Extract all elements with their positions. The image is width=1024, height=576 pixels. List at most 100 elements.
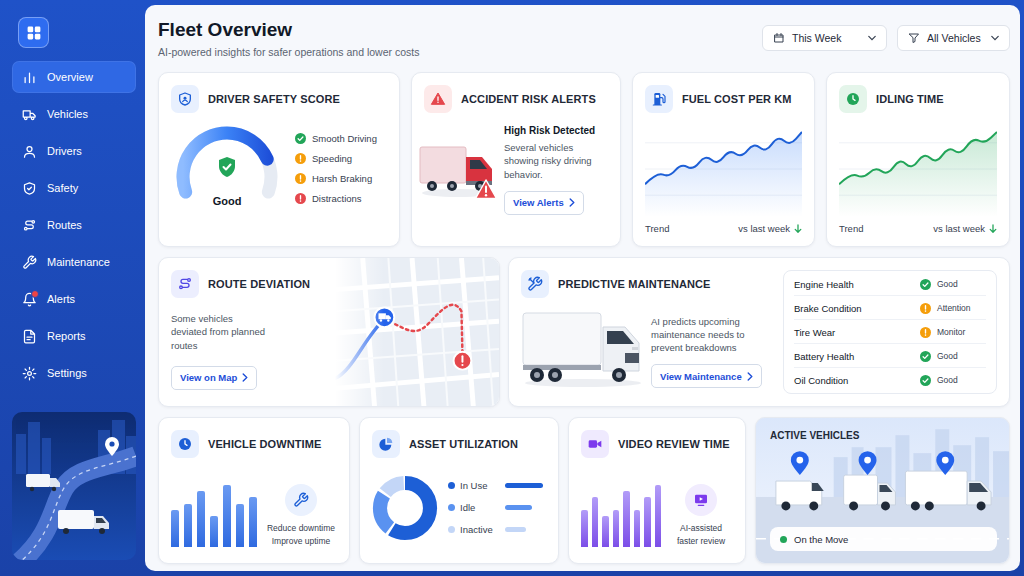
safety-legend: Smooth DrivingSpeedingHarsh BrakingDistr… (295, 121, 377, 234)
safety-score-card[interactable]: DRIVER SAFETY SCOREGoodSmooth DrivingSpe… (158, 72, 400, 247)
view-maintenance-button[interactable]: View Maintenance (651, 364, 762, 388)
monitor-play-icon (693, 492, 709, 508)
sidebar: Overview Vehicles Drivers Safety Routes Maint… (0, 0, 145, 576)
chart-bar (623, 491, 630, 547)
card-header: FUEL COST PER KM (645, 85, 802, 113)
view-on-map-button[interactable]: View on Map (171, 366, 257, 390)
legend-item: Idle (448, 502, 543, 513)
route-deviation-card[interactable]: ROUTE DEVIATIONSome vehicles deviated fr… (158, 257, 500, 407)
filter-dropdown[interactable]: This Week (762, 25, 887, 51)
wrench-icon (22, 255, 37, 270)
component-status: Attention (920, 303, 986, 314)
compare-text: vs last week (933, 223, 985, 234)
location-pin-icon[interactable] (791, 451, 809, 475)
check-circle-icon (920, 279, 931, 290)
card-icon-tile (581, 430, 609, 458)
down-arrow-icon (989, 224, 997, 234)
legend-dot (448, 482, 455, 489)
card-icon-tile (171, 85, 199, 113)
active-vehicles-card[interactable]: ACTIVE VEHICLESOn the Move (755, 417, 1010, 564)
compare-label: vs last week (933, 223, 997, 234)
note-line: faster review (677, 535, 725, 547)
video-camera-icon (587, 436, 603, 452)
card-title: ACCIDENT RISK ALERTS (461, 93, 596, 105)
sidebar-item-label: Reports (47, 330, 86, 342)
status-text: Attention (937, 303, 971, 313)
sidebar-item[interactable]: Vehicles (12, 98, 136, 130)
wrench-icon (293, 492, 309, 508)
alert-circle-icon (295, 173, 306, 184)
legend-item: Speeding (295, 153, 377, 164)
card-header: VEHICLE DOWNTIME (171, 430, 337, 458)
sidebar-item-icon-wrap (22, 329, 37, 344)
vehicle-downtime-card[interactable]: VEHICLE DOWNTIME Reduce downtimeImprove u… (158, 417, 350, 564)
status-text: Monitor (937, 327, 965, 337)
fuel-cost-card[interactable]: FUEL COST PER KM Trendvs last week (632, 72, 815, 247)
maintenance-body: AI predicts upcoming maintenance needs t… (521, 304, 773, 394)
idling-trend-chart (839, 121, 997, 217)
note-text: Reduce downtimeImprove uptime (267, 522, 335, 547)
fuel-line-chart (645, 121, 802, 217)
video-bar-chart (581, 485, 661, 547)
filter-dropdown[interactable]: All Vehicles (897, 25, 1010, 51)
fuel-line (645, 132, 802, 184)
component-status: Good (920, 375, 986, 386)
accident-body: High Risk DetectedSeveral vehicles showi… (418, 125, 608, 215)
location-pin-icon[interactable] (859, 451, 877, 475)
sidebar-item[interactable]: Overview (12, 61, 136, 93)
bar-chart-icon (22, 70, 37, 85)
chart-bar (223, 485, 231, 547)
legend-bar (505, 505, 532, 510)
grid-logo-icon (26, 25, 42, 41)
chevron-right-icon (569, 198, 575, 207)
alert-circle-icon (295, 193, 306, 204)
trend-label: Trend (839, 223, 863, 234)
chart-footer: Trendvs last week (645, 223, 802, 234)
sidebar-item[interactable]: Reports (12, 320, 136, 352)
chart-bar (581, 510, 588, 547)
down-arrow-icon (794, 224, 802, 234)
legend-label: Idle (460, 502, 500, 513)
video-review-card[interactable]: VIDEO REVIEW TIMEAI-assistedfaster revie… (568, 417, 746, 564)
sidebar-item[interactable]: Drivers (12, 135, 136, 167)
sidebar-item-icon-wrap (22, 255, 37, 270)
route-map[interactable] (335, 258, 499, 406)
card-header: ACCIDENT RISK ALERTS (424, 85, 608, 113)
sidebar-item[interactable]: Settings (12, 357, 136, 389)
predictive-maintenance-card[interactable]: PREDICTIVE MAINTENANCEAI predicts upcomi… (508, 257, 1010, 407)
legend-dot (448, 504, 455, 511)
location-pin-icon[interactable] (936, 451, 954, 475)
safety-rating: Good (213, 195, 242, 207)
utilization-legend: In UseIdleInactive (448, 480, 543, 535)
check-circle-icon (920, 375, 931, 386)
button-label: View Alerts (513, 197, 564, 208)
sidebar-item[interactable]: Safety (12, 172, 136, 204)
component-label: Engine Health (794, 279, 854, 290)
sidebar-item-icon-wrap (22, 292, 37, 307)
route-info: ROUTE DEVIATIONSome vehicles deviated fr… (159, 258, 335, 406)
card-icon-tile (645, 85, 673, 113)
component-status: Good (920, 351, 986, 362)
accident-alerts-card[interactable]: ACCIDENT RISK ALERTS High Risk DetectedSe… (411, 72, 621, 247)
warning-triangle-icon (430, 91, 446, 107)
asset-utilization-card[interactable]: ASSET UTILIZATION In UseIdleInactive (359, 417, 559, 564)
alert-description: Several vehicles showing risky driving b… (504, 141, 608, 181)
note-line: Reduce downtime (267, 522, 335, 534)
white-truck-icon (521, 307, 643, 391)
fuel-pump-icon (651, 91, 667, 107)
notification-dot (31, 290, 39, 298)
sidebar-item[interactable]: Routes (12, 209, 136, 241)
card-header: ASSET UTILIZATION (372, 430, 546, 458)
idling-time-card[interactable]: IDLING TIMETrendvs last week (826, 72, 1010, 247)
sidebar-item[interactable]: Maintenance (12, 246, 136, 278)
alert-circle-icon (920, 303, 931, 314)
calendar-icon (773, 32, 785, 44)
app-logo[interactable] (18, 17, 49, 48)
sidebar-item[interactable]: Alerts (12, 283, 136, 315)
chart-bar (613, 510, 620, 547)
view-alerts-button[interactable]: View Alerts (504, 191, 584, 215)
chart-footer: Trend vs last week (839, 223, 997, 234)
clock-icon (845, 91, 861, 107)
donut-segment (380, 482, 430, 532)
sidebar-item-icon-wrap (22, 366, 37, 381)
